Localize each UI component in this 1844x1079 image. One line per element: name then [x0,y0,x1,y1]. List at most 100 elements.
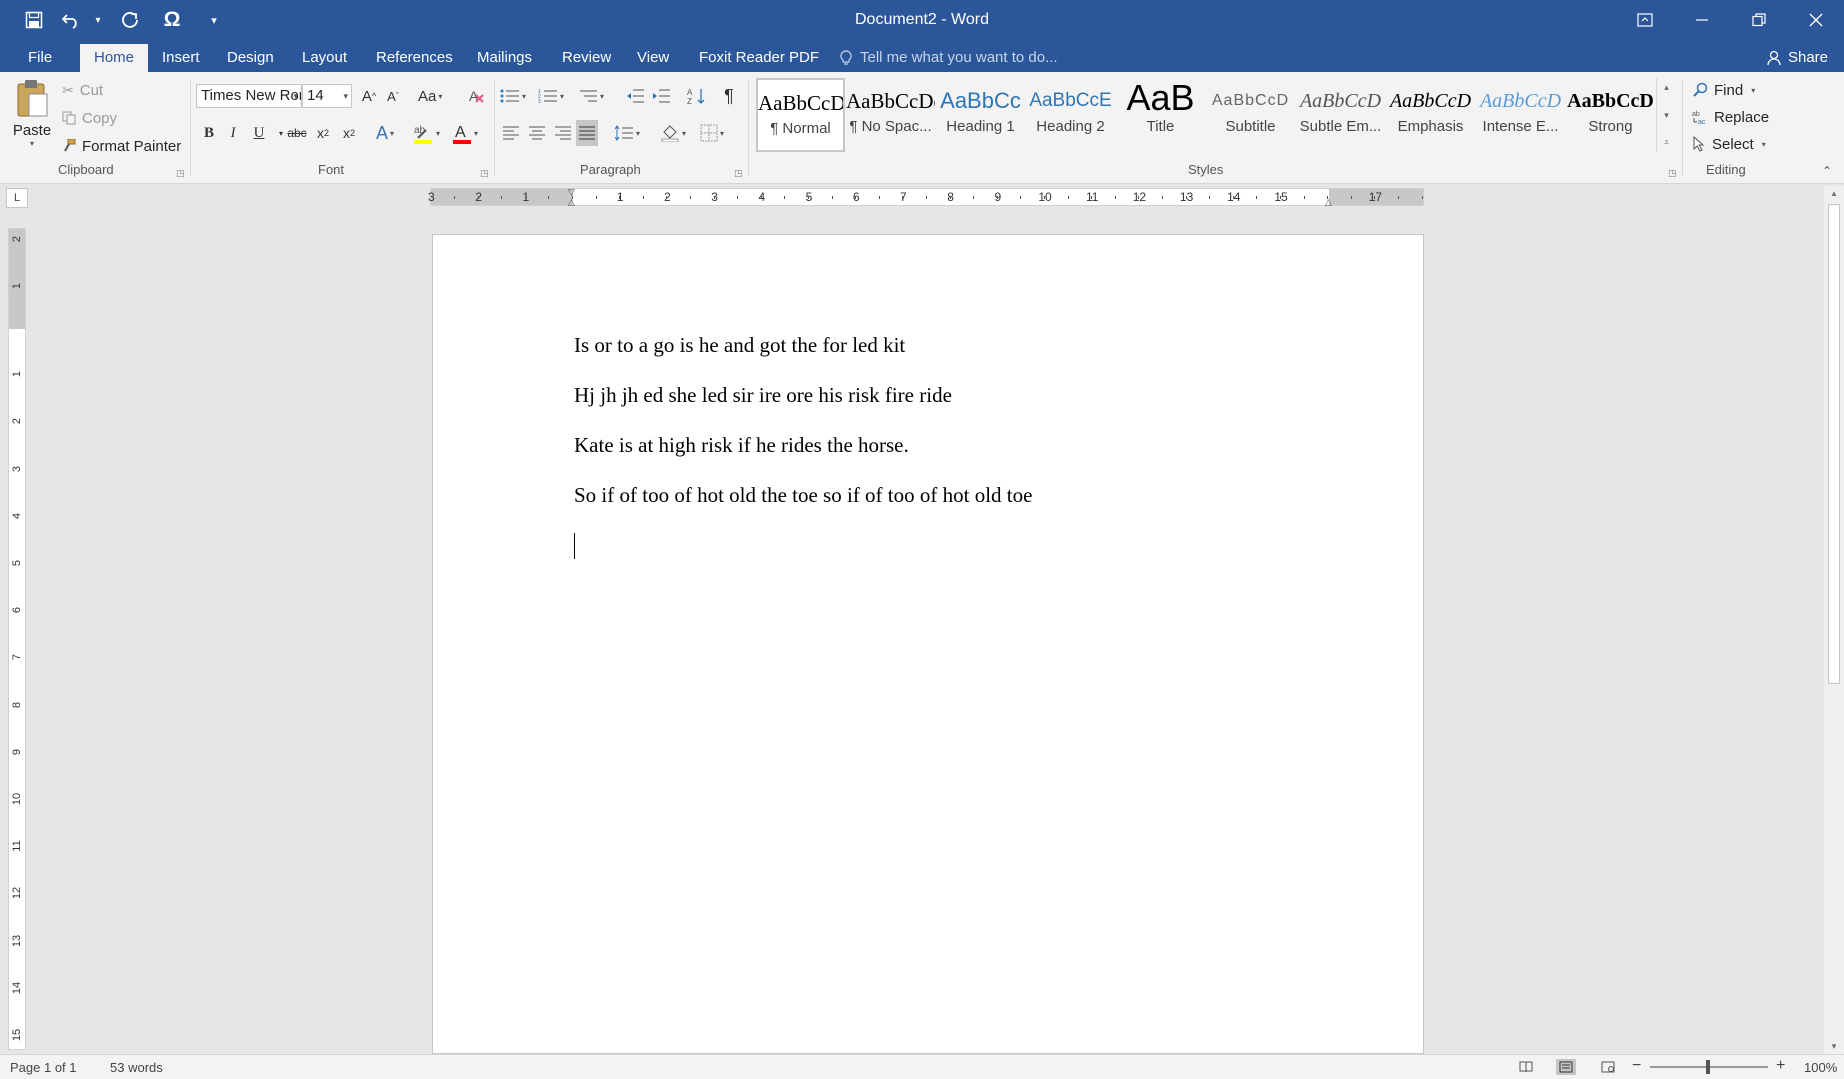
borders-icon[interactable]: ▾ [700,120,724,146]
ribbon-display-options-icon[interactable] [1616,0,1673,40]
styles-launcher-icon[interactable]: ◳ [1668,168,1677,179]
italic-button[interactable]: I [222,120,244,146]
scrollbar-thumb[interactable] [1828,204,1840,684]
undo-dropdown-icon[interactable]: ▾ [90,15,106,26]
word-count[interactable]: 53 words [110,1060,163,1075]
zoom-out-button[interactable]: − [1632,1057,1641,1075]
replace-button[interactable]: ab ac Replace [1692,105,1769,129]
font-color-icon[interactable]: A ▾ [452,120,478,146]
tab-home[interactable]: Home [80,44,149,72]
read-mode-icon[interactable] [1516,1059,1536,1075]
gallery-down-icon[interactable]: ▾ [1664,110,1669,121]
tab-layout[interactable]: Layout [288,44,361,72]
decrease-indent-icon[interactable] [624,83,646,109]
scroll-up-icon[interactable]: ▴ [1824,188,1844,199]
text-effects-icon[interactable]: A ▾ [374,120,396,146]
style-normal[interactable]: AaBbCcDc ¶ Normal [756,78,845,152]
document-paragraph[interactable]: So if of too of hot old the toe so if of… [574,483,1032,508]
bold-button[interactable]: B [198,120,220,146]
superscript-icon[interactable]: x2 [338,120,360,146]
select-button[interactable]: Select ▾ [1692,132,1766,156]
cut-button[interactable]: ✂ Cut [62,78,103,102]
grow-font-icon[interactable]: A ^ [358,83,380,109]
clear-formatting-icon[interactable]: A [466,83,488,109]
font-name-combo[interactable]: Times New Roman ▾ [196,84,302,108]
tab-references[interactable]: References [362,44,467,72]
hanging-indent-icon[interactable]: △ [568,197,578,207]
gallery-up-icon[interactable]: ▴ [1664,82,1669,93]
undo-icon[interactable] [58,4,84,36]
share-button[interactable]: Share [1766,44,1828,72]
first-line-indent-icon[interactable]: ▽ [568,187,578,197]
style-heading-1[interactable]: AaBbCc Heading 1 [936,78,1025,152]
gallery-more-icon[interactable]: ⩡ [1664,137,1669,148]
align-left-icon[interactable] [500,120,522,146]
shrink-font-icon[interactable]: Aˇ [382,83,404,109]
paste-dropdown-icon[interactable]: ▾ [30,139,34,148]
horizontal-ruler[interactable]: ▽ △ △ 32112345678910111213141517 [428,187,1424,207]
shading-icon[interactable]: ▾ [660,120,686,146]
style-emphasis[interactable]: AaBbCcD Emphasis [1386,78,1475,152]
font-size-dropdown-icon[interactable]: ▾ [343,85,348,107]
subscript-icon[interactable]: x2 [312,120,334,146]
style-title[interactable]: AaB Title [1116,78,1205,152]
style-no-spacing[interactable]: AaBbCcDc ¶ No Spac... [846,78,935,152]
numbering-icon[interactable]: 1 2 3 ▾ [538,83,564,109]
minimize-icon[interactable] [1673,0,1730,40]
find-dropdown-icon[interactable]: ▾ [1751,86,1755,95]
redo-icon[interactable] [112,4,148,36]
strikethrough-button[interactable]: abc [286,120,308,146]
collapse-ribbon-icon[interactable]: ⌃ [1822,164,1832,178]
document-paragraph[interactable]: Hj jh jh ed she led sir ire ore his risk… [574,383,952,408]
increase-indent-icon[interactable] [650,83,672,109]
tab-mailings[interactable]: Mailings [463,44,546,72]
save-icon[interactable] [16,4,52,36]
web-layout-icon[interactable] [1598,1059,1618,1075]
bullets-icon[interactable]: ▾ [500,83,526,109]
select-dropdown-icon[interactable]: ▾ [1762,140,1766,149]
document-paragraph[interactable]: Kate is at high risk if he rides the hor… [574,433,909,458]
paragraph-launcher-icon[interactable]: ◳ [734,168,743,179]
omega-icon[interactable]: Ω [154,4,190,36]
tab-design[interactable]: Design [213,44,288,72]
style-intense-emphasis[interactable]: AaBbCcD Intense E... [1476,78,1565,152]
find-button[interactable]: Find ▾ [1692,78,1755,102]
line-spacing-icon[interactable]: ▾ [614,120,640,146]
vertical-scrollbar[interactable]: ▴ ▾ [1824,186,1844,1054]
font-size-combo[interactable]: 14 ▾ [302,84,352,108]
zoom-in-button[interactable]: + [1776,1057,1785,1075]
tab-insert[interactable]: Insert [148,44,214,72]
vertical-ruler[interactable]: 2 1 1 2 3 4 5 6 7 8 9 10 11 12 13 14 15 [8,228,26,1050]
customize-caret-icon[interactable]: ▾ [196,4,232,36]
clipboard-launcher-icon[interactable]: ◳ [176,168,185,179]
zoom-slider-thumb[interactable] [1706,1060,1710,1074]
sort-icon[interactable]: AZ [686,83,708,109]
tell-me-search[interactable]: Tell me what you want to do... [840,44,1058,72]
close-icon[interactable] [1787,0,1844,40]
style-subtitle[interactable]: AaBbCcD Subtitle [1206,78,1295,152]
print-layout-icon[interactable] [1556,1059,1576,1075]
format-painter-button[interactable]: Format Painter [62,134,181,158]
tab-foxit-reader-pdf[interactable]: Foxit Reader PDF [685,44,833,72]
style-subtle-emphasis[interactable]: AaBbCcD Subtle Em... [1296,78,1385,152]
page-count[interactable]: Page 1 of 1 [10,1060,77,1075]
scroll-down-icon[interactable]: ▾ [1824,1041,1844,1052]
restore-icon[interactable] [1730,0,1787,40]
align-center-icon[interactable] [526,120,548,146]
document-paragraph[interactable]: Is or to a go is he and got the for led … [574,333,905,358]
multilevel-list-icon[interactable]: ▾ [578,83,604,109]
change-case-button[interactable]: Aa ▾ [418,83,442,109]
document-page[interactable]: Is or to a go is he and got the for led … [432,234,1424,1054]
text-highlight-icon[interactable]: ab ▾ [412,120,440,146]
justify-icon[interactable] [576,120,598,146]
copy-button[interactable]: Copy [62,106,117,130]
tab-view[interactable]: View [623,44,683,72]
align-right-icon[interactable] [552,120,574,146]
zoom-level[interactable]: 100% [1804,1060,1837,1075]
tab-file[interactable]: File [14,44,66,72]
underline-button[interactable]: U [248,120,270,146]
style-strong[interactable]: AaBbCcD Strong [1566,78,1655,152]
font-launcher-icon[interactable]: ◳ [480,168,489,179]
font-name-dropdown-icon[interactable]: ▾ [293,85,298,107]
tab-review[interactable]: Review [548,44,625,72]
